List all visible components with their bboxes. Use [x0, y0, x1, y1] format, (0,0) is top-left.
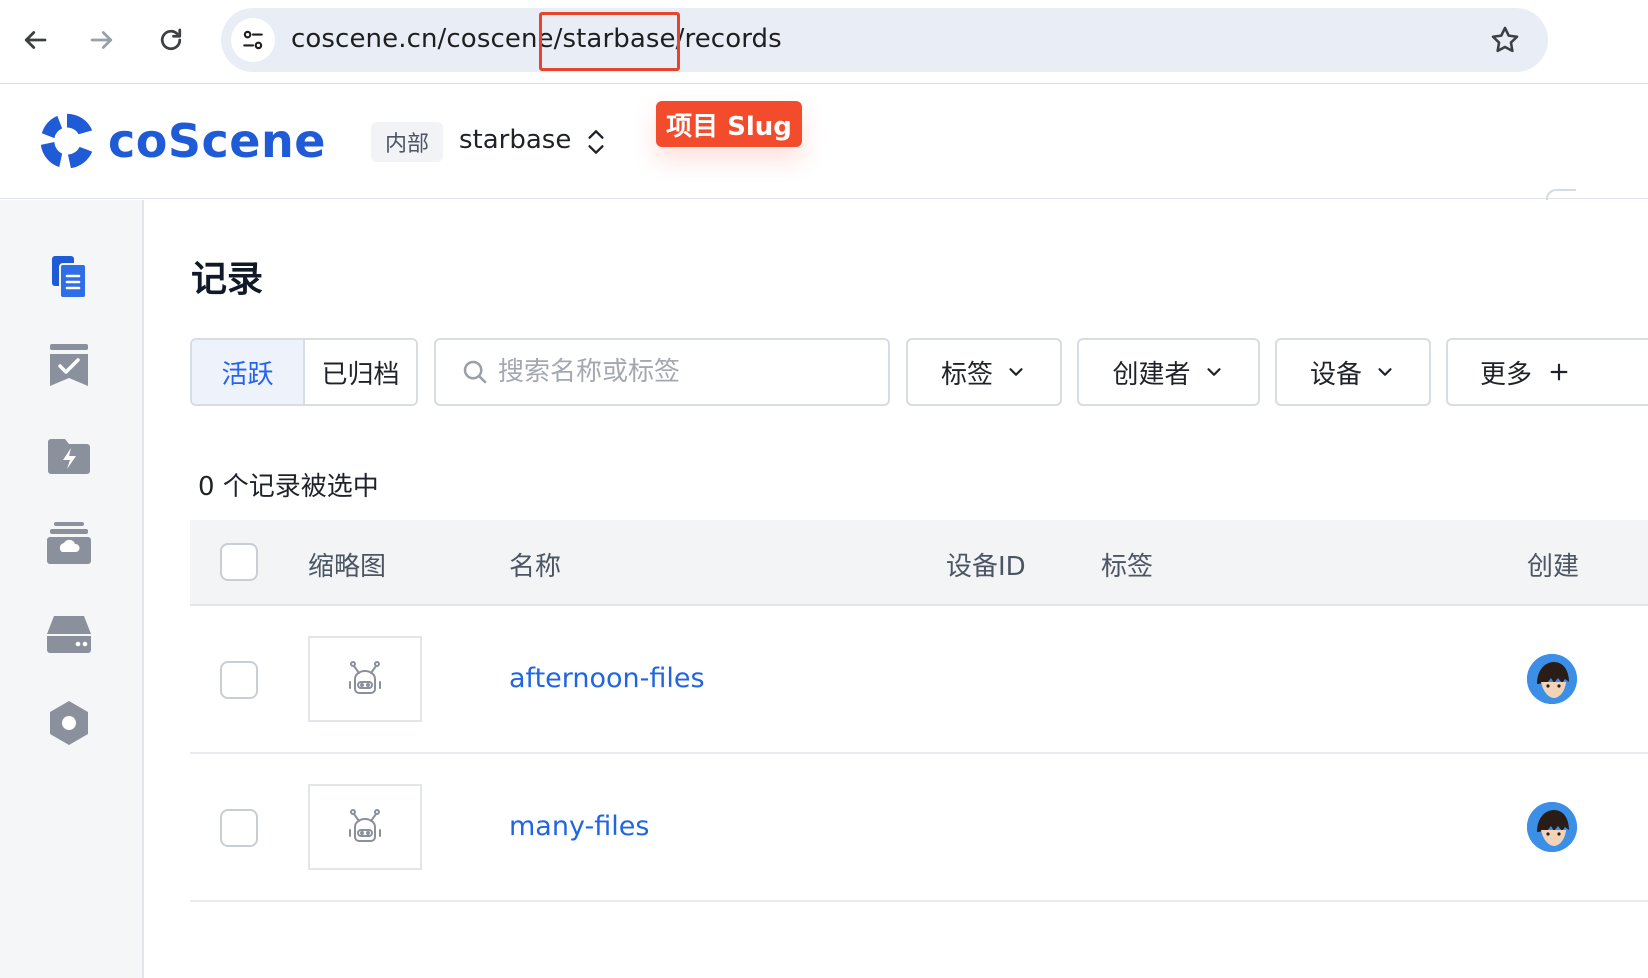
table-row[interactable]: many-files: [190, 754, 1648, 902]
creator-avatar[interactable]: [1527, 802, 1577, 852]
record-name-link[interactable]: many-files: [509, 811, 649, 842]
slug-highlight-box: [539, 12, 680, 71]
creator-avatar[interactable]: [1527, 654, 1577, 704]
row-checkbox[interactable]: [220, 661, 258, 699]
chevron-down-icon: [1378, 368, 1392, 376]
more-filters-label: 更多: [1480, 359, 1533, 390]
slug-callout-label: 项目 Slug: [656, 101, 802, 147]
select-all-checkbox[interactable]: [220, 543, 258, 581]
arrow-left-icon: [24, 31, 47, 49]
sidebar: [0, 200, 144, 978]
search-input[interactable]: [498, 357, 878, 387]
selected-count-text: 0 个记录被选中: [198, 472, 379, 502]
project-name[interactable]: starbase: [459, 125, 571, 155]
plus-icon: [1550, 363, 1568, 381]
reload-icon: [160, 28, 182, 51]
devices-icon[interactable]: [44, 608, 94, 658]
row-checkbox[interactable]: [220, 809, 258, 847]
column-device-id: 设备ID: [946, 552, 1026, 582]
app-header: coScene 内部 starbase: [0, 85, 1648, 265]
avatar-image-icon: [1527, 654, 1577, 704]
org-badge: 内部: [371, 122, 443, 162]
page-title: 记录: [191, 259, 264, 300]
search-icon: [463, 360, 487, 384]
records-icon[interactable]: [44, 252, 94, 302]
avatar-image-icon: [1527, 802, 1577, 852]
chevron-down-icon: [1009, 368, 1023, 376]
record-thumbnail[interactable]: [308, 636, 422, 722]
bookmark-star-icon[interactable]: [1488, 23, 1522, 57]
site-info-button[interactable]: [231, 18, 275, 62]
url-text[interactable]: coscene.cn/coscene/starbase/records: [291, 24, 782, 54]
table-row[interactable]: afternoon-files: [190, 606, 1648, 754]
settings-icon[interactable]: [44, 698, 94, 748]
column-creator[interactable]: 创建: [1527, 546, 1579, 583]
coscene-logo[interactable]: coScene: [36, 109, 326, 173]
creator-filter-dropdown[interactable]: 创建者: [1077, 338, 1260, 406]
tasks-icon[interactable]: [44, 340, 94, 390]
arrow-right-icon: [90, 31, 113, 49]
actions-icon[interactable]: [44, 430, 94, 480]
creator-filter-label: 创建者: [1112, 359, 1191, 390]
data-archive-icon[interactable]: [44, 518, 94, 568]
record-name-link[interactable]: afternoon-files: [509, 663, 705, 694]
coscene-logo-icon: [40, 113, 93, 169]
tab-active[interactable]: 活跃: [192, 340, 305, 404]
column-name[interactable]: 名称: [509, 546, 561, 583]
record-thumbnail[interactable]: [308, 784, 422, 870]
back-button[interactable]: [13, 18, 57, 62]
column-thumbnail: 缩略图: [308, 552, 387, 582]
device-filter-label: 设备: [1309, 359, 1362, 390]
search-box: [434, 338, 890, 406]
tab-archived[interactable]: 已归档: [305, 340, 416, 404]
chevron-up-down-icon[interactable]: [583, 127, 609, 157]
logo-text: coScene: [108, 114, 326, 168]
chevron-down-icon: [1206, 368, 1221, 376]
tags-filter-label: 标签: [940, 359, 993, 390]
device-filter-dropdown[interactable]: 设备: [1275, 338, 1431, 406]
address-bar[interactable]: coscene.cn/coscene/starbase/records: [221, 8, 1548, 72]
forward-button[interactable]: [80, 18, 124, 62]
reload-button[interactable]: [149, 18, 193, 62]
main-content: 记录 活跃 已归档 标签 创建者 设备 更多 0 个记录被选中 缩略图 名称 设…: [146, 200, 1648, 978]
status-segmented-control: 活跃 已归档: [190, 338, 418, 406]
tune-icon: [243, 30, 263, 50]
more-filters-button[interactable]: 更多: [1446, 338, 1648, 406]
robot-icon: [349, 661, 381, 694]
robot-icon: [349, 809, 381, 842]
browser-toolbar: coscene.cn/coscene/starbase/records: [0, 0, 1648, 84]
table-header: 缩略图 名称 设备ID 标签 创建: [190, 520, 1648, 606]
tags-filter-dropdown[interactable]: 标签: [906, 338, 1062, 406]
column-tags: 标签: [1101, 552, 1154, 582]
